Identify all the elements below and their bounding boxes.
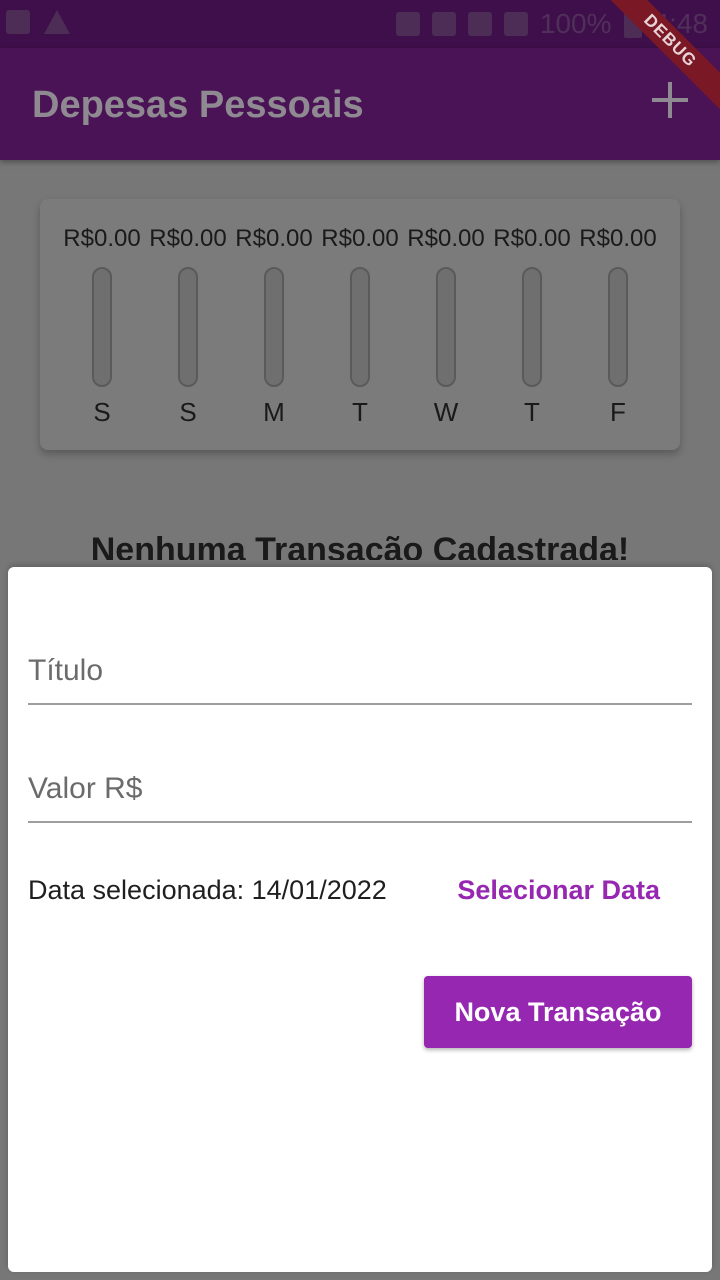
chart-bar-column: R$0.00 W <box>403 221 489 428</box>
alarm-icon <box>431 12 456 36</box>
bar-value-label: R$0.00 <box>321 225 399 252</box>
bar-value-label: R$0.00 <box>149 225 227 252</box>
bar-track <box>436 267 456 387</box>
bar-day-label: S <box>179 397 197 427</box>
bar-value-label: R$0.00 <box>579 225 657 252</box>
bar-day-label: F <box>610 397 626 427</box>
chart-bar-column: R$0.00 F <box>575 221 661 428</box>
chart-bar-column: R$0.00 M <box>231 221 317 428</box>
selected-date-text: Data selecionada: 14/01/2022 <box>28 875 387 905</box>
bar-day-label: T <box>352 397 368 427</box>
bar-track <box>264 267 284 387</box>
bar-track <box>608 267 628 387</box>
mute-icon <box>395 12 420 36</box>
chart-bar-column: R$0.00 S <box>59 221 145 428</box>
bar-day-label: T <box>524 397 540 427</box>
debug-banner: DEBUG <box>600 0 720 120</box>
wifi-icon <box>467 12 492 36</box>
bar-day-label: W <box>433 397 459 427</box>
warning-icon <box>44 10 70 34</box>
title-input[interactable] <box>28 615 692 703</box>
debug-label: DEBUG <box>600 0 720 114</box>
value-input[interactable] <box>28 733 692 821</box>
bar-day-label: M <box>263 397 285 427</box>
chart-bar-column: R$0.00 T <box>489 221 575 428</box>
chart-bar-column: R$0.00 S <box>145 221 231 428</box>
weekly-chart-card: R$0.00 S R$0.00 S R$0.00 M R$0.00 T R$0.00 W R$0.0… <box>40 199 680 450</box>
page-title: Depesas Pessoais <box>32 84 364 126</box>
image-icon <box>6 10 30 34</box>
bar-value-label: R$0.00 <box>235 225 313 252</box>
new-transaction-button[interactable]: Nova Transação <box>424 976 692 1048</box>
empty-transactions-message: Nenhuma Transação Cadastrada! <box>90 531 630 560</box>
bar-day-label: S <box>93 397 111 427</box>
bar-track <box>178 267 198 387</box>
title-field <box>28 615 692 705</box>
value-field <box>28 733 692 823</box>
new-transaction-sheet: Data selecionada: 14/01/2022 Selecionar … <box>8 567 712 1272</box>
bar-value-label: R$0.00 <box>407 225 485 252</box>
select-date-button[interactable]: Selecionar Data <box>457 875 660 906</box>
bar-value-label: R$0.00 <box>63 225 141 252</box>
bar-track <box>350 267 370 387</box>
signal-icon <box>503 12 528 36</box>
bar-track <box>92 267 112 387</box>
bar-value-label: R$0.00 <box>493 225 571 252</box>
chart-bar-column: R$0.00 T <box>317 221 403 428</box>
bar-track <box>522 267 542 387</box>
